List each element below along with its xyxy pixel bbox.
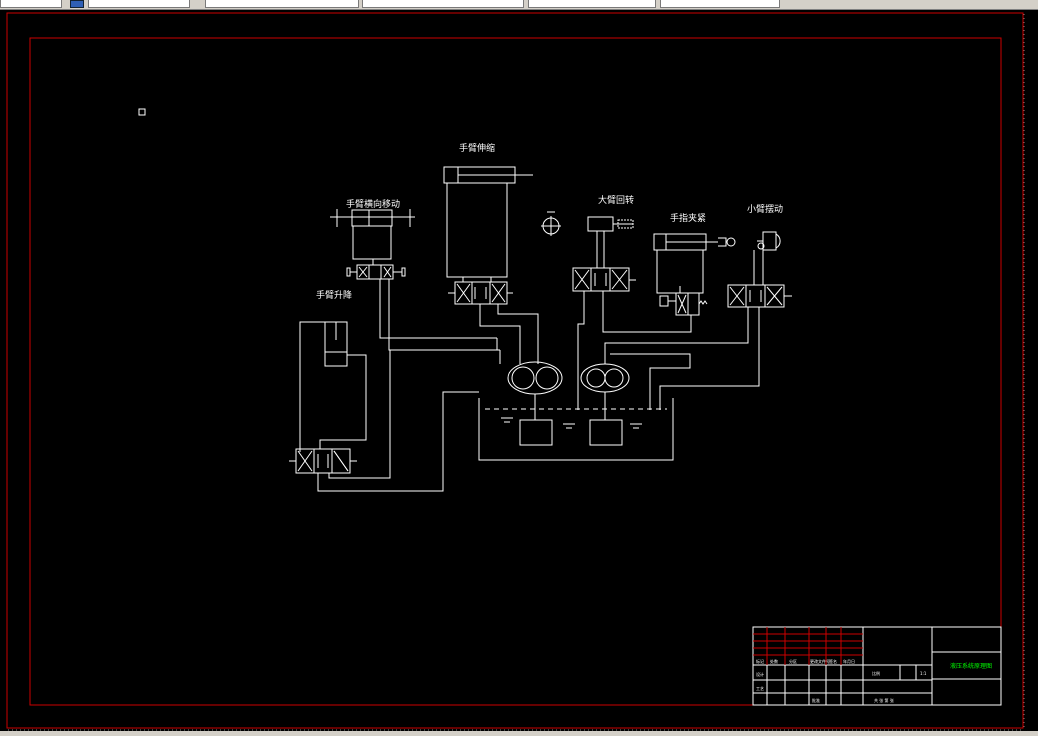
swing-actuator: [753, 231, 781, 285]
approve-label: 批准: [812, 697, 820, 703]
rev-col-count: 处数: [770, 658, 778, 664]
rev-col-doc: 更改文件号: [810, 658, 830, 664]
clamp-valve: [659, 292, 708, 316]
lift-cylinder: [324, 321, 348, 367]
rev-col-zone: 分区: [789, 658, 797, 664]
swing-valve: [727, 284, 792, 308]
label-arm-lift: 手臂升降: [316, 289, 352, 301]
drawing-title: 液压系统原理图: [950, 662, 992, 670]
scale-label: 比例: [872, 670, 880, 676]
component-labels: 手臂横向移动 手臂伸缩 手臂升降 大臂回转 手指夹紧 小臂摆动: [316, 142, 783, 301]
title-block: 标记 处数 分区 更改文件号 签名 年月日 设计 工艺 批准 比例 1:1 共 …: [752, 626, 1002, 706]
clamp-cylinder: [653, 233, 736, 294]
lateral-move-cylinder: [330, 209, 415, 265]
lateral-move-valve: [346, 264, 406, 280]
oil-tank: [478, 398, 674, 461]
label-arm-lateral-move: 手臂横向移动: [346, 198, 400, 210]
hydraulic-schematic: [289, 166, 792, 492]
rev-col-date: 年月日: [843, 658, 855, 664]
status-bar: [0, 731, 1038, 736]
lift-valve: [289, 448, 357, 474]
cad-drawing-canvas[interactable]: 手臂横向移动 手臂伸缩 手臂升降 大臂回转 手指夹紧 小臂摆动 标记 处数 分区…: [0, 0, 1038, 736]
craft-label: 工艺: [756, 686, 764, 691]
rotary-actuator-symbol: [541, 211, 561, 236]
pipelines: [299, 279, 760, 492]
design-label: 设计: [756, 671, 764, 677]
label-small-arm-swing: 小臂摆动: [747, 203, 783, 215]
rotation-motor: [587, 216, 634, 268]
sheet-info: 共 张 第 张: [874, 697, 894, 703]
scale-ratio: 1:1: [920, 671, 927, 676]
extend-cylinder: [443, 166, 533, 282]
rev-col-mark: 标记: [756, 658, 764, 664]
label-big-arm-rotate: 大臂回转: [598, 194, 634, 206]
extend-valve: [448, 281, 513, 305]
rotation-valve: [572, 267, 636, 292]
rev-col-sign: 签名: [829, 658, 837, 664]
grip-marker[interactable]: [138, 108, 146, 116]
frame-dotted-edges: [8, 14, 1025, 731]
label-finger-clamp: 手指夹紧: [670, 212, 706, 224]
pump-1: [507, 361, 563, 420]
pump-2: [580, 363, 630, 420]
label-arm-extend: 手臂伸缩: [459, 142, 495, 154]
